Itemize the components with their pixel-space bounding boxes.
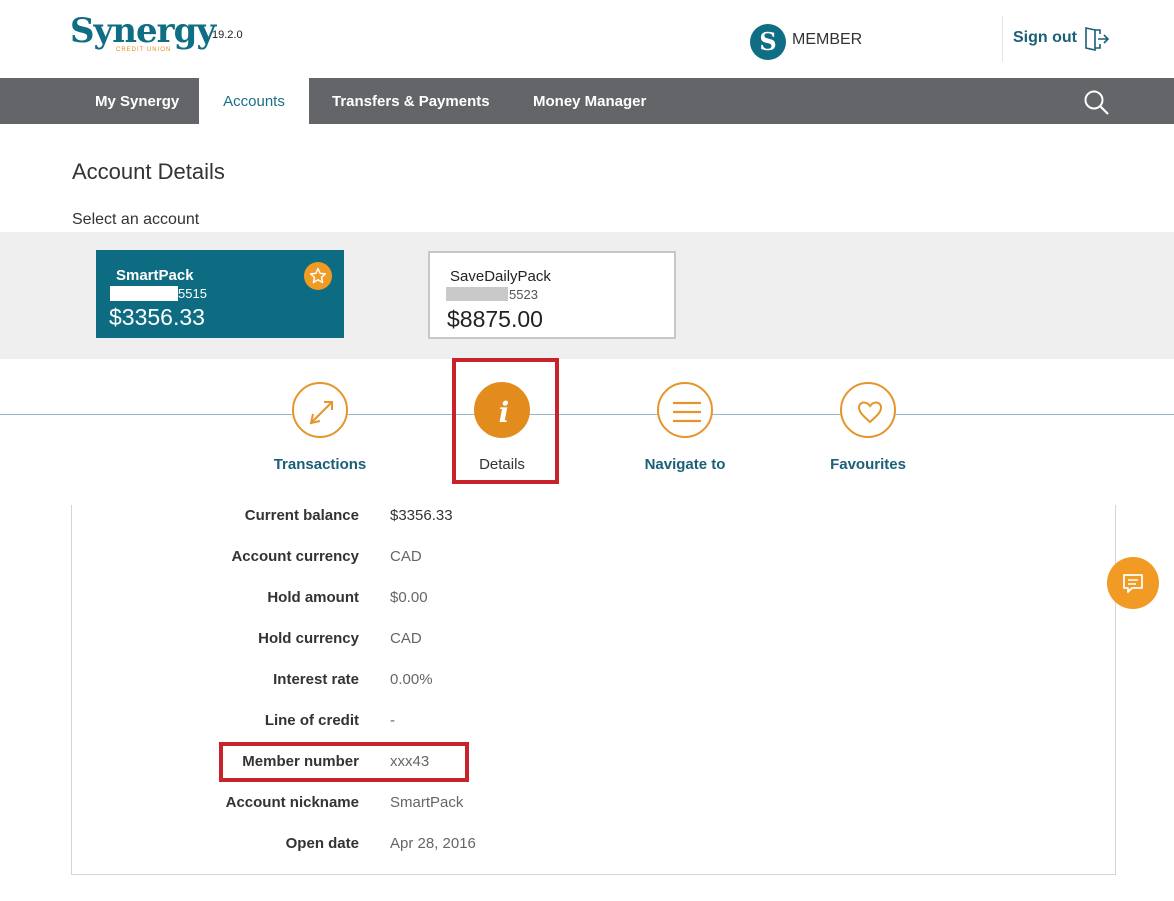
detail-row: Line of credit - (72, 712, 1117, 732)
action-navigate-to[interactable]: Navigate to (605, 382, 765, 473)
page-title: Account Details (72, 159, 225, 184)
detail-value: CAD (390, 630, 422, 647)
detail-value: $3356.33 (390, 507, 453, 524)
action-favourites[interactable]: Favourites (788, 382, 948, 473)
action-label: Navigate to (644, 456, 726, 473)
detail-label: Open date (285, 835, 359, 852)
nav-item-accounts[interactable]: Accounts (199, 78, 309, 124)
detail-row: Hold currency CAD (72, 630, 1117, 650)
action-label: Favourites (830, 456, 906, 473)
account-balance: $8875.00 (447, 306, 543, 332)
member-number-highlight-box (219, 742, 469, 782)
member-avatar-icon[interactable]: S (750, 24, 786, 60)
account-balance: $3356.33 (109, 304, 205, 330)
detail-label: Interest rate (273, 671, 359, 688)
logo-wordmark: Synergy (70, 11, 216, 51)
action-label: Transactions (273, 456, 367, 473)
transfer-arrows-icon (292, 382, 348, 438)
detail-label: Hold currency (258, 630, 359, 647)
detail-value: CAD (390, 548, 422, 565)
detail-row: Hold amount $0.00 (72, 589, 1117, 609)
detail-value: - (390, 712, 395, 729)
detail-value: SmartPack (390, 794, 464, 811)
detail-label: Line of credit (264, 712, 359, 729)
header-divider (1002, 16, 1003, 62)
main-nav: My Synergy Accounts Transfers & Payments… (0, 78, 1174, 124)
search-icon[interactable] (1082, 88, 1110, 116)
detail-row: Current balance $3356.33 (72, 507, 1117, 527)
masked-account-number (110, 286, 178, 301)
detail-row: Account nickname SmartPack (72, 794, 1117, 814)
chat-bubble-icon (1123, 574, 1143, 593)
detail-value: $0.00 (390, 589, 428, 606)
heart-icon (840, 382, 896, 438)
detail-label: Hold amount (267, 589, 359, 606)
logo-subtitle: CREDIT UNION (116, 47, 172, 53)
account-number-suffix: 5515 (178, 286, 207, 301)
app-header: Synergy CREDIT UNION 19.2.0 S MEMBER Sig… (0, 0, 1174, 78)
detail-row: Interest rate 0.00% (72, 671, 1117, 691)
details-highlight-box (452, 358, 559, 484)
detail-label: Account nickname (225, 794, 359, 811)
sign-out-link[interactable]: Sign out (1013, 29, 1077, 47)
synergy-logo[interactable]: Synergy CREDIT UNION (70, 11, 216, 53)
account-name: SaveDailyPack (450, 268, 551, 285)
masked-account-number (446, 287, 508, 301)
chat-button[interactable] (1107, 557, 1159, 609)
app-version: 19.2.0 (212, 29, 243, 41)
detail-row: Account currency CAD (72, 548, 1117, 568)
select-account-label: Select an account (72, 211, 200, 228)
action-row-divider (0, 414, 1174, 415)
account-number-suffix: 5523 (509, 287, 538, 302)
detail-row: Open date Apr 28, 2016 (72, 835, 1117, 855)
favourite-star-icon[interactable] (304, 262, 332, 290)
action-transactions[interactable]: Transactions (240, 382, 400, 473)
sign-out-icon[interactable] (1083, 26, 1109, 52)
nav-item-transfers-payments[interactable]: Transfers & Payments (332, 78, 490, 124)
member-label[interactable]: MEMBER (792, 31, 862, 49)
account-card-savedailypack[interactable]: SaveDailyPack 5523 $8875.00 (428, 251, 676, 339)
nav-item-money-manager[interactable]: Money Manager (533, 78, 646, 124)
account-card-smartpack[interactable]: SmartPack 5515 $3356.33 (96, 250, 344, 338)
account-details-panel: Current balance $3356.33 Account currenc… (71, 505, 1116, 875)
nav-item-my-synergy[interactable]: My Synergy (95, 78, 179, 124)
account-name: SmartPack (116, 267, 194, 284)
detail-value: Apr 28, 2016 (390, 835, 476, 852)
detail-label: Account currency (231, 548, 359, 565)
detail-label: Current balance (244, 507, 359, 524)
detail-value: 0.00% (390, 671, 433, 688)
menu-lines-icon (657, 382, 713, 438)
